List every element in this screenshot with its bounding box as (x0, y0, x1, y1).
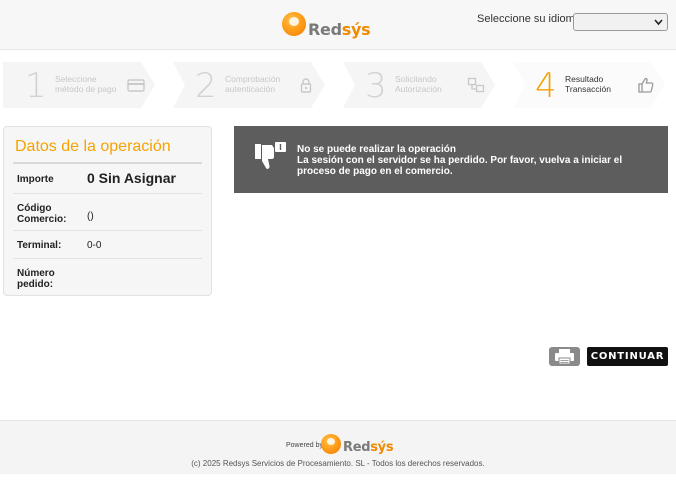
step-label: Seleccione método de pago (55, 74, 117, 94)
panel-title: Datos de la operación (15, 138, 171, 155)
credit-card-icon (127, 77, 145, 93)
amount-value: 0 Sin Asignar (87, 170, 176, 186)
redsys-logo: Redsýs (282, 8, 371, 40)
progress-steps: 1 Seleccione método de pago 2 Comprobació… (0, 62, 676, 108)
step-1: 1 Seleccione método de pago (3, 62, 155, 108)
error-title: No se puede realizar la operación (297, 144, 456, 155)
header: Redsýs Seleccione su idioma (0, 0, 676, 50)
brand-part1: Red (308, 19, 342, 39)
copyright-text: (c) 2025 Redsys Servicios de Procesamien… (191, 459, 485, 468)
redsys-logo-mark (321, 433, 341, 454)
thumbs-up-icon (637, 77, 655, 93)
continue-button[interactable]: CONTINUAR (587, 347, 668, 366)
order-row: Número pedido: (13, 259, 202, 293)
step-3: 3 Solicitando Autorización (343, 62, 495, 108)
step-number: 4 (535, 66, 557, 106)
chevron-down-icon (654, 15, 663, 32)
step-label: Solicitando Autorización (395, 74, 442, 94)
error-message: La sesión con el servidor se ha perdido.… (297, 155, 623, 177)
merchant-row: Código Comercio: () (13, 194, 202, 231)
print-button[interactable] (549, 347, 580, 366)
step-4: 4 Resultado Transacción (513, 62, 665, 108)
step-label: Resultado Transacción (565, 74, 611, 94)
step-number: 1 (25, 66, 47, 106)
error-message-box: No se puede realizar la operación La ses… (234, 126, 668, 193)
merchant-label: Código Comercio: (17, 203, 67, 225)
redsys-logo-text: Redsýs (308, 19, 371, 39)
powered-by-label: Powered by (286, 442, 323, 449)
terminal-value: 0-0 (87, 240, 102, 251)
lock-icon (297, 77, 315, 93)
operation-panel: Datos de la operación Importe 0 Sin Asig… (3, 126, 212, 296)
language-label: Seleccione su idioma (477, 13, 581, 25)
transfer-icon (467, 77, 485, 93)
terminal-label: Terminal: (17, 240, 62, 251)
step-number: 2 (195, 66, 217, 106)
step-2: 2 Comprobación autenticación (173, 62, 325, 108)
step-label: Comprobación autenticación (225, 74, 281, 94)
redsys-logo-text: Redsýs (343, 440, 394, 455)
language-select[interactable] (573, 13, 668, 31)
terminal-row: Terminal: 0-0 (13, 231, 202, 259)
merchant-value: () (87, 211, 94, 222)
printer-icon (555, 349, 574, 365)
footer-redsys-logo: Redsýs (321, 432, 394, 455)
step-number: 3 (365, 66, 387, 106)
amount-label: Importe (17, 174, 54, 185)
redsys-logo-mark (282, 12, 306, 36)
order-label: Número pedido: (17, 268, 55, 290)
footer: Powered by Redsýs (c) 2025 Redsys Servic… (0, 420, 676, 474)
brand-part2: sýs (341, 19, 371, 39)
thumbs-down-icon (253, 140, 289, 176)
amount-row: Importe 0 Sin Asignar (13, 164, 202, 194)
